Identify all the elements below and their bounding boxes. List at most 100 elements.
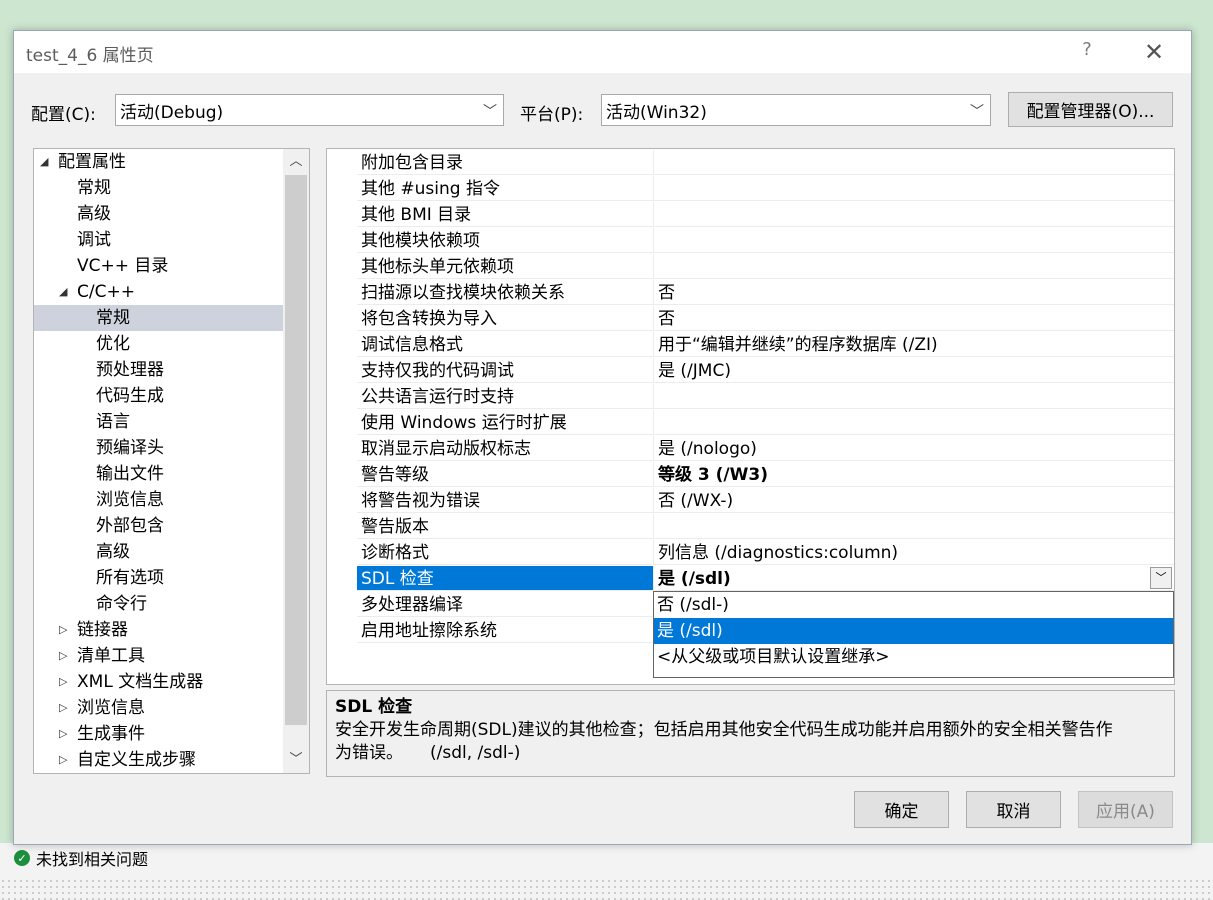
config-manager-button[interactable]: 配置管理器(O)... — [1008, 92, 1173, 127]
expanded-arrow-icon[interactable]: ◢ — [40, 149, 48, 175]
property-row[interactable]: 扫描源以查找模块依赖关系否 — [327, 280, 1174, 306]
tree-item[interactable]: 常规 — [77, 175, 111, 201]
property-row[interactable]: 警告等级 等级 3 (/W3) — [327, 462, 1174, 488]
tree-scrollbar[interactable]: ︿ ﹀ — [283, 149, 309, 773]
property-row[interactable]: 附加包含目录 — [327, 150, 1174, 176]
property-value[interactable]: 否 (/WX-) — [654, 488, 1174, 513]
tree-item[interactable]: ▷ XML 文档生成器 — [59, 669, 204, 695]
property-value[interactable]: 列信息 (/diagnostics:column) — [654, 540, 1174, 565]
property-value[interactable] — [654, 384, 1174, 409]
property-row[interactable]: 诊断格式 列信息 (/diagnostics:column) — [327, 540, 1174, 566]
expanded-arrow-icon[interactable]: ◢ — [59, 279, 67, 305]
property-value[interactable] — [654, 228, 1174, 253]
collapsed-arrow-icon[interactable]: ▷ — [59, 721, 67, 747]
property-row[interactable]: 支持仅我的代码调试是 (/JMC) — [327, 358, 1174, 384]
close-icon[interactable]: ✕ — [1139, 37, 1169, 67]
tree-item-label: 调试 — [77, 230, 111, 250]
property-row[interactable]: 警告版本 — [327, 514, 1174, 540]
tree-item[interactable]: 高级 — [96, 539, 130, 565]
property-value[interactable]: 否 — [654, 280, 1174, 305]
tree-item[interactable]: ▷ 链接器 — [59, 617, 128, 643]
tree-item-label: 语言 — [96, 412, 130, 432]
collapsed-arrow-icon[interactable]: ▷ — [59, 695, 67, 721]
collapsed-arrow-icon[interactable]: ▷ — [59, 747, 67, 773]
property-row[interactable]: SDL 检查是 (/sdl) ﹀ — [327, 566, 1174, 592]
property-row[interactable]: 调试信息格式 用于“编辑并继续”的程序数据库 (/ZI) — [327, 332, 1174, 358]
tree-item[interactable]: 浏览信息 — [96, 487, 164, 513]
tree-item[interactable]: ▷ 自定义生成步骤 — [59, 747, 196, 773]
property-value[interactable]: 是 (/nologo) — [654, 436, 1174, 461]
tree-item[interactable]: 高级 — [77, 201, 111, 227]
tree-item-label: XML 文档生成器 — [77, 672, 204, 692]
property-value[interactable] — [654, 254, 1174, 279]
chevron-down-icon: ﹀ — [970, 104, 984, 120]
property-value[interactable] — [654, 410, 1174, 435]
dropdown-option[interactable]: <从父级或项目默认设置继承> — [654, 644, 1173, 670]
platform-combo[interactable]: 活动(Win32) ﹀ — [601, 94, 991, 126]
cancel-button[interactable]: 取消 — [966, 791, 1061, 828]
property-row[interactable]: 取消显示启动版权标志是 (/nologo) — [327, 436, 1174, 462]
property-value[interactable] — [654, 514, 1174, 539]
collapsed-arrow-icon[interactable]: ▷ — [59, 669, 67, 695]
tree-item[interactable]: ◢ 配置属性 — [40, 149, 126, 175]
tree-item-label: 外部包含 — [96, 516, 164, 536]
property-row[interactable]: 将包含转换为导入否 — [327, 306, 1174, 332]
dialog-title: test_4_6 属性页 — [26, 46, 154, 66]
check-circle-icon: ✓ — [14, 850, 30, 866]
tree-item[interactable]: 所有选项 — [96, 565, 164, 591]
description-text-line1: 安全开发生命周期(SDL)建议的其他检查；包括启用其他安全代码生成功能并启用额外… — [335, 720, 1113, 740]
scroll-up-icon[interactable]: ︿ — [283, 149, 309, 175]
apply-button[interactable]: 应用(A) — [1078, 791, 1173, 828]
tree-item[interactable]: ▷ 生成事件 — [59, 721, 145, 747]
sdl-dropdown-list[interactable]: 否 (/sdl-) 是 (/sdl) <从父级或项目默认设置继承> — [653, 591, 1174, 678]
ok-button[interactable]: 确定 — [854, 791, 949, 828]
property-value[interactable] — [654, 202, 1174, 227]
property-row[interactable]: 将警告视为错误否 (/WX-) — [327, 488, 1174, 514]
dropdown-option[interactable]: 是 (/sdl) — [654, 618, 1173, 644]
config-value: 活动(Debug) — [120, 102, 224, 123]
scroll-down-icon[interactable]: ﹀ — [283, 747, 309, 773]
tree-item-label: 预处理器 — [96, 360, 164, 380]
property-value[interactable]: 用于“编辑并继续”的程序数据库 (/ZI) — [654, 332, 1174, 357]
collapsed-arrow-icon[interactable]: ▷ — [59, 643, 67, 669]
property-value[interactable] — [654, 150, 1174, 175]
property-name: 其他标头单元依赖项 — [357, 254, 654, 279]
tree-item[interactable]: 命令行 — [96, 591, 147, 617]
tree-item[interactable]: ◢ C/C++ — [59, 279, 135, 305]
property-name: 支持仅我的代码调试 — [357, 358, 654, 383]
property-row[interactable]: 其他模块依赖项 — [327, 228, 1174, 254]
tree-item[interactable]: 常规 — [96, 305, 130, 331]
tree-item[interactable]: ▷ 浏览信息 — [59, 695, 145, 721]
property-row[interactable]: 其他 BMI 目录 — [327, 202, 1174, 228]
tree-item[interactable]: ▷ 清单工具 — [59, 643, 145, 669]
tree-item[interactable]: 调试 — [77, 227, 111, 253]
property-value[interactable]: 是 (/JMC) — [654, 358, 1174, 383]
tree-item-label: 高级 — [96, 542, 130, 562]
tree-item[interactable]: 语言 — [96, 409, 130, 435]
property-value[interactable] — [654, 176, 1174, 201]
tree-item[interactable]: 外部包含 — [96, 513, 164, 539]
property-value[interactable]: 否 — [654, 306, 1174, 331]
category-tree[interactable]: ◢ 配置属性 常规 高级 调试 VC++ 目录 ◢ C/C++ 常规 优化 预处理器 代码生成 语言 预编… — [33, 148, 310, 774]
dropdown-option[interactable]: 否 (/sdl-) — [654, 592, 1173, 618]
property-row[interactable]: 使用 Windows 运行时扩展 — [327, 410, 1174, 436]
property-row[interactable]: 其他 #using 指令 — [327, 176, 1174, 202]
scrollbar-thumb[interactable] — [285, 175, 307, 725]
config-combo[interactable]: 活动(Debug) ﹀ — [115, 94, 504, 126]
tree-item[interactable]: VC++ 目录 — [77, 253, 168, 279]
property-value[interactable]: 是 (/sdl) — [654, 566, 1174, 591]
help-button[interactable]: ? — [1075, 39, 1099, 63]
chevron-down-icon[interactable]: ﹀ — [1150, 567, 1172, 589]
property-row[interactable]: 公共语言运行时支持 — [327, 384, 1174, 410]
tree-item[interactable]: 优化 — [96, 331, 130, 357]
property-name: 多处理器编译 — [357, 592, 654, 617]
collapsed-arrow-icon[interactable]: ▷ — [59, 617, 67, 643]
property-name: 将包含转换为导入 — [357, 306, 654, 331]
tree-item[interactable]: 预处理器 — [96, 357, 164, 383]
property-row[interactable]: 其他标头单元依赖项 — [327, 254, 1174, 280]
property-value[interactable]: 等级 3 (/W3) — [654, 462, 1174, 487]
tree-item[interactable]: 输出文件 — [96, 461, 164, 487]
tree-item[interactable]: 预编译头 — [96, 435, 164, 461]
tree-item[interactable]: 代码生成 — [96, 383, 164, 409]
property-name: 调试信息格式 — [357, 332, 654, 357]
